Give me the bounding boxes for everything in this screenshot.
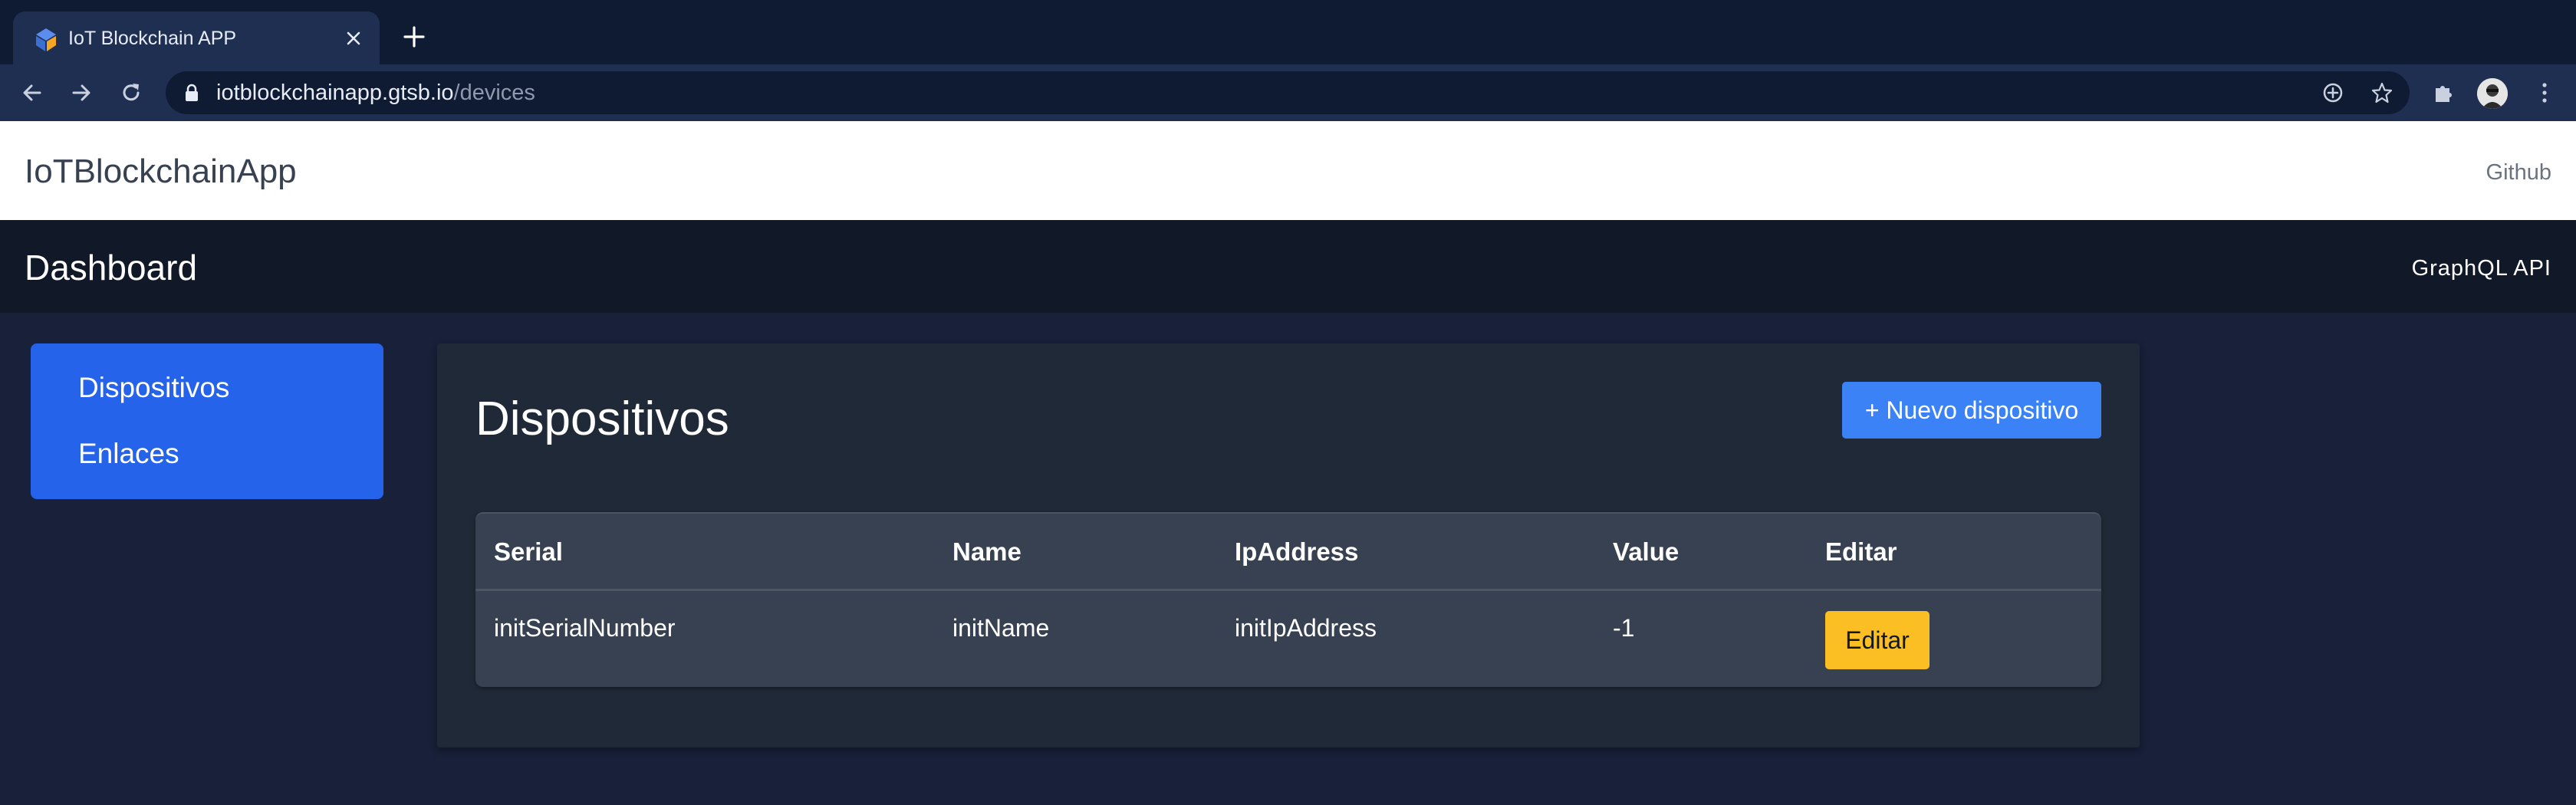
sidebar-item-dispositivos[interactable]: Dispositivos [78,371,229,405]
new-tab-plus-icon[interactable] [400,23,428,51]
app-top-navbar: IoTBlockchainApp Github [0,121,2576,220]
table-header-row: Serial Name IpAddress Value Editar [475,514,2101,591]
back-arrow-icon[interactable] [18,79,46,107]
dashboard-title: Dashboard [25,248,198,288]
column-header-value: Value [1613,537,1679,566]
more-vertical-icon[interactable] [2531,79,2558,107]
browser-tab-strip: IoT Blockchain APP [0,0,2576,64]
tab-title: IoT Blockchain APP [68,28,237,49]
column-header-ipaddress: IpAddress [1235,537,1359,566]
forward-arrow-icon[interactable] [67,79,95,107]
github-link[interactable]: Github [2486,159,2551,186]
cell-name: initName [952,614,1050,642]
graphql-api-link[interactable]: GraphQL API [2412,255,2551,281]
page-title: Dispositivos [475,393,729,445]
browser-tab[interactable]: IoT Blockchain APP [13,12,380,64]
url-text: iotblockchainapp.gtsb.io/devices [216,80,535,105]
url-path: /devices [453,80,535,105]
app-brand[interactable]: IoTBlockchainApp [25,152,297,192]
bookmark-star-icon[interactable] [2370,80,2394,105]
profile-avatar[interactable] [2477,78,2508,109]
sidebar-menu: Dispositivos Enlaces [31,343,383,499]
extensions-puzzle-icon[interactable] [2430,79,2457,107]
cell-serial: initSerialNumber [494,614,676,642]
blockchain-favicon-icon [36,28,56,51]
cell-value: -1 [1613,614,1635,642]
cell-ipaddress: initIpAddress [1235,614,1377,642]
browser-toolbar: iotblockchainapp.gtsb.io/devices [0,64,2576,121]
dashboard-header: Dashboard GraphQL API [0,220,2576,313]
url-domain: iotblockchainapp.gtsb.io [216,80,454,105]
edit-device-button[interactable]: Editar [1825,611,1930,669]
column-header-editar: Editar [1825,537,1897,566]
reload-icon[interactable] [117,79,145,107]
add-circle-icon[interactable] [2321,80,2345,105]
close-tab-icon[interactable] [343,28,364,49]
sidebar-item-enlaces[interactable]: Enlaces [78,437,179,471]
new-device-button[interactable]: + Nuevo dispositivo [1842,382,2101,439]
profile-photo-icon [2477,78,2508,109]
column-header-serial: Serial [494,537,563,566]
lock-icon [186,84,198,101]
table-row: initSerialNumber initName initIpAddress … [475,591,2101,685]
devices-card: Dispositivos + Nuevo dispositivo Serial … [437,343,2140,748]
column-header-name: Name [952,537,1022,566]
devices-table: Serial Name IpAddress Value Editar initS… [475,512,2101,687]
address-bar[interactable]: iotblockchainapp.gtsb.io/devices [166,71,2410,114]
